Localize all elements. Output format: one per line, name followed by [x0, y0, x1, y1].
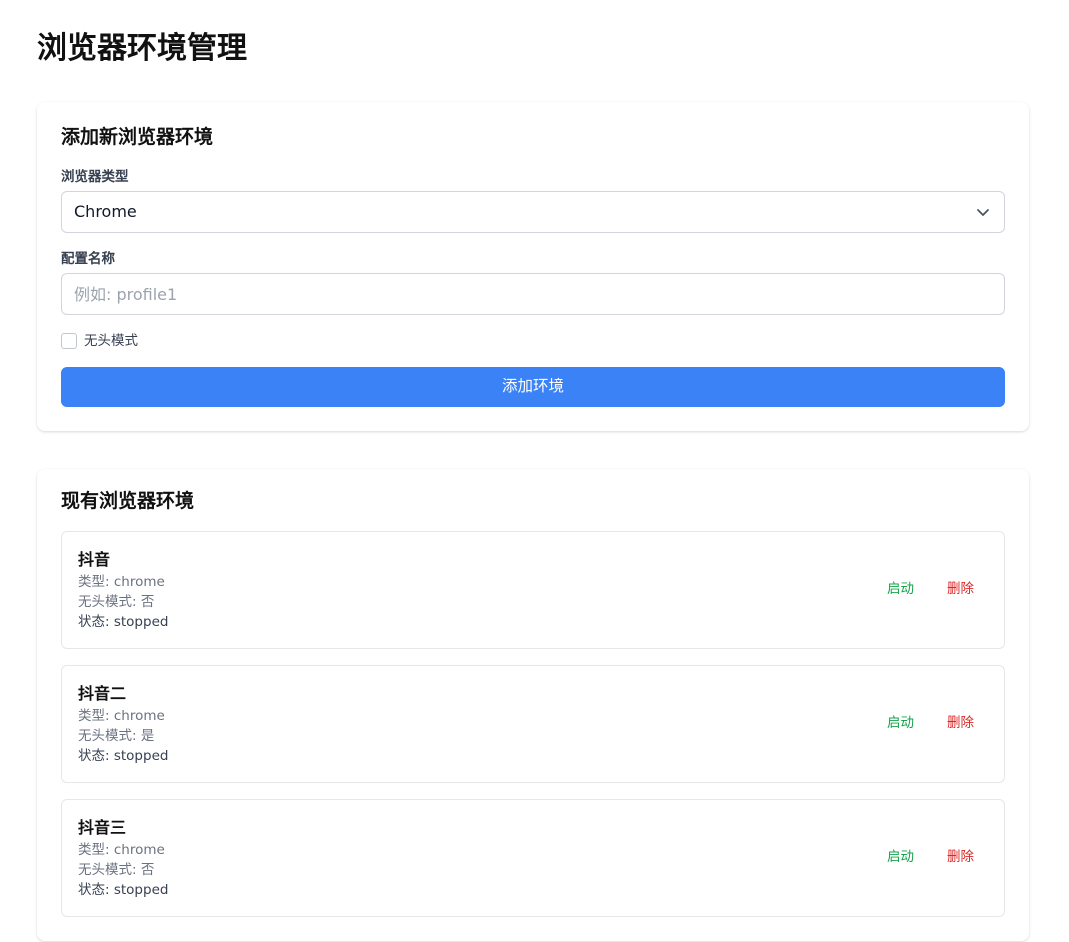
- add-environment-button[interactable]: 添加环境: [61, 367, 1005, 407]
- environment-item: 抖音二 类型: chrome 无头模式: 是 状态: stopped 启动 删除: [61, 665, 1005, 783]
- environment-list-card: 现有浏览器环境 抖音 类型: chrome 无头模式: 否 状态: stoppe…: [37, 469, 1029, 941]
- environment-type: 类型: chrome: [78, 842, 165, 858]
- profile-name-input[interactable]: [61, 273, 1005, 315]
- chevron-down-icon: [977, 209, 989, 216]
- environment-name: 抖音: [78, 550, 111, 569]
- environment-type: 类型: chrome: [78, 574, 165, 590]
- environment-status: 状态: stopped: [78, 748, 169, 764]
- delete-button[interactable]: 删除: [947, 848, 974, 866]
- environment-status: 状态: stopped: [78, 882, 169, 898]
- add-environment-title: 添加新浏览器环境: [61, 126, 214, 148]
- start-button[interactable]: 启动: [887, 848, 914, 866]
- environment-item: 抖音三 类型: chrome 无头模式: 否 状态: stopped 启动 删除: [61, 799, 1005, 917]
- environment-headless: 无头模式: 否: [78, 862, 155, 878]
- environment-status: 状态: stopped: [78, 614, 169, 630]
- environment-name: 抖音二: [78, 684, 127, 703]
- browser-type-label: 浏览器类型: [61, 169, 129, 185]
- delete-button[interactable]: 删除: [947, 714, 974, 732]
- add-environment-card: 添加新浏览器环境 浏览器类型 Chrome 配置名称 无头模式 添加环境: [37, 102, 1029, 431]
- environment-headless: 无头模式: 否: [78, 594, 155, 610]
- browser-type-select[interactable]: Chrome: [61, 191, 1005, 233]
- environment-item: 抖音 类型: chrome 无头模式: 否 状态: stopped 启动 删除: [61, 531, 1005, 649]
- environment-name: 抖音三: [78, 818, 127, 837]
- start-button[interactable]: 启动: [887, 714, 914, 732]
- environment-list-title: 现有浏览器环境: [61, 490, 195, 512]
- page-title: 浏览器环境管理: [37, 31, 247, 66]
- start-button[interactable]: 启动: [887, 580, 914, 598]
- environment-type: 类型: chrome: [78, 708, 165, 724]
- delete-button[interactable]: 删除: [947, 580, 974, 598]
- headless-checkbox-label[interactable]: 无头模式: [84, 332, 138, 350]
- headless-checkbox[interactable]: [61, 333, 77, 349]
- profile-name-label: 配置名称: [61, 251, 115, 267]
- browser-type-value: Chrome: [74, 202, 137, 221]
- environment-headless: 无头模式: 是: [78, 728, 155, 744]
